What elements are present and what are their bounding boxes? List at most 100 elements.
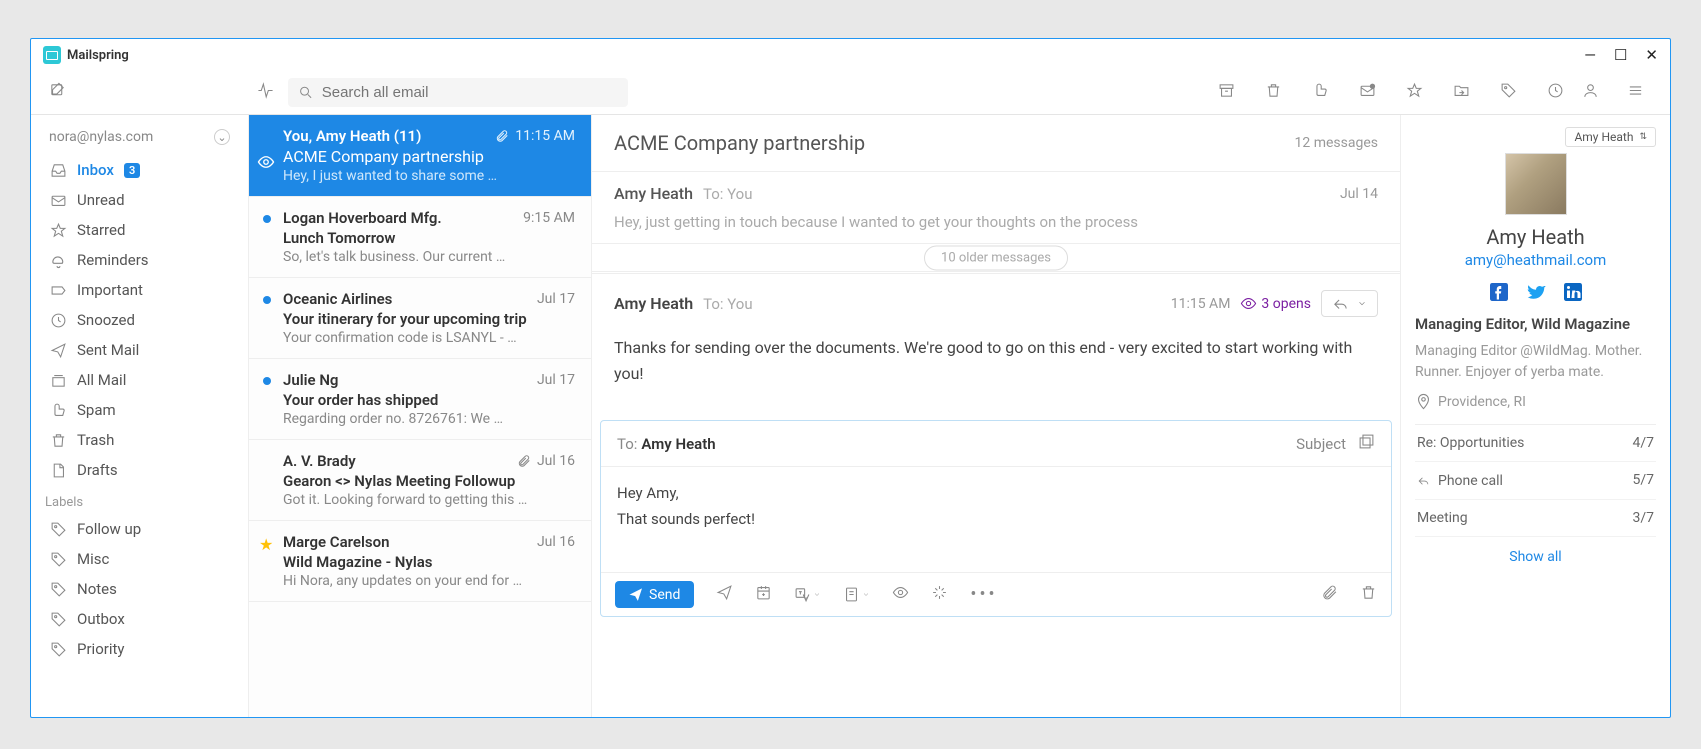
compose-icon[interactable] [49,82,66,103]
more-icon[interactable]: ••• [970,584,997,605]
reply-icon [1417,472,1430,489]
contact-email[interactable]: amy@heathmail.com [1415,251,1656,269]
message-item[interactable]: A. V. BradyJul 16 Gearon <> Nylas Meetin… [249,440,591,521]
trash-icon[interactable] [1265,82,1282,103]
label-follow-up[interactable]: Follow up [31,514,248,544]
msg-from: Oceanic Airlines [283,290,392,308]
unread-dot-icon [263,296,271,304]
reply-button[interactable] [1321,290,1378,317]
message-item[interactable]: ★Marge CarelsonJul 16 Wild Magazine - Ny… [249,521,591,602]
linktrack-icon[interactable] [931,584,948,605]
eye-icon [1240,295,1257,312]
twitter-icon[interactable] [1526,283,1546,301]
sidebar-item-drafts[interactable]: Drafts [31,455,248,485]
sidebar-item-unread[interactable]: Unread [31,185,248,215]
tracking-icon[interactable] [892,584,909,605]
msg-time: Jul 16 [517,453,575,469]
msg-subject: Wild Magazine - Nylas [283,553,575,571]
message-item[interactable]: Oceanic Airlines Jul 17 Your itinerary fo… [249,278,591,359]
search-box[interactable] [288,78,628,107]
chevron-down-icon [1357,295,1367,312]
eye-icon [257,153,275,171]
schedule-icon[interactable] [755,584,772,605]
related-thread[interactable]: Re: Opportunities4/7 [1415,425,1656,462]
unread-icon[interactable] [1359,82,1376,103]
spam-icon[interactable] [1312,82,1329,103]
msg-from: Logan Hoverboard Mfg. [283,209,442,227]
msg-subject: Lunch Tomorrow [283,229,575,247]
sidebar-item-starred[interactable]: Starred [31,215,248,245]
msg-preview: Regarding order no. 8726761: We … [283,411,575,427]
menu-icon[interactable] [1627,82,1644,103]
search-input[interactable] [322,84,618,101]
message-item[interactable]: Logan Hoverboard Mfg.9:15 AM Lunch Tomor… [249,197,591,278]
collapsed-message[interactable]: Amy Heath To: You Jul 14 Hey, just getti… [592,172,1400,244]
label-icon [49,521,67,538]
label-misc[interactable]: Misc [31,544,248,574]
message-item[interactable]: Julie NgJul 17 Your order has shipped Re… [249,359,591,440]
file-icon [49,462,67,479]
avatar [1505,153,1567,215]
label-outbox[interactable]: Outbox [31,604,248,634]
sidebar-item-label: Important [77,281,143,299]
move-icon[interactable] [1453,82,1470,103]
sidebar-item-snoozed[interactable]: Snoozed [31,305,248,335]
compose-body[interactable]: Hey Amy, That sounds perfect! [601,467,1391,572]
msg-subject: Gearon <> Nylas Meeting Followup [283,472,575,490]
sidebar-item-label: Starred [77,221,125,239]
related-thread[interactable]: Meeting3/7 [1415,500,1656,537]
sidebar-item-trash[interactable]: Trash [31,425,248,455]
sidebar-item-spam[interactable]: Spam [31,395,248,425]
activity-icon[interactable] [257,82,274,103]
minimize-button[interactable]: — [1584,46,1596,64]
inbox-icon [49,162,67,179]
sidebar-item-label: Drafts [77,461,118,479]
older-messages-label: 10 older messages [924,245,1068,270]
show-all-link[interactable]: Show all [1415,537,1656,577]
maximize-button[interactable]: ☐ [1614,46,1627,64]
to-value[interactable]: Amy Heath [641,435,715,453]
sidebar-item-all-mail[interactable]: All Mail [31,365,248,395]
badge: 3 [124,163,140,178]
archive-icon[interactable] [1218,82,1235,103]
facebook-icon[interactable] [1490,283,1508,301]
msg-date: Jul 14 [1340,186,1378,202]
related-thread[interactable]: Phone call5/7 [1415,462,1656,500]
contact-picker[interactable]: Amy Heath ⇅ [1565,127,1656,147]
older-messages-bar[interactable]: 10 older messages [592,244,1400,274]
snooze-icon[interactable] [1547,82,1564,103]
template-icon[interactable] [843,586,870,603]
star-icon[interactable] [1406,82,1423,103]
subject-field[interactable]: Subject [1296,435,1346,453]
msg-time: Jul 17 [537,372,575,388]
message-list[interactable]: You, Amy Heath (11)11:15 AM ACME Company… [249,115,592,717]
sidebar-item-label: Sent Mail [77,341,139,359]
sidebar-item-important[interactable]: Important [31,275,248,305]
attach-icon[interactable] [1321,584,1338,605]
location-icon [1415,393,1432,410]
sidebar-item-sent-mail[interactable]: Sent Mail [31,335,248,365]
translate-icon[interactable] [794,586,821,603]
sidebar-item-reminders[interactable]: Reminders [31,245,248,275]
profile-icon[interactable] [1582,82,1599,103]
popout-icon[interactable] [1358,433,1375,454]
label-text: Misc [77,550,109,568]
label-priority[interactable]: Priority [31,634,248,664]
toolbar [31,71,1670,115]
account-selector[interactable]: nora@nylas.com ⌄ [31,125,248,155]
msg-time: 11:15 AM [495,128,575,144]
linkedin-icon[interactable] [1564,283,1582,301]
msg-subject: ACME Company partnership [283,147,575,166]
msg-subject: Your itinerary for your upcoming trip [283,310,575,328]
discard-icon[interactable] [1360,584,1377,605]
message-item[interactable]: You, Amy Heath (11)11:15 AM ACME Company… [249,115,591,197]
send-button[interactable]: Send [615,581,694,608]
label-notes[interactable]: Notes [31,574,248,604]
sendlater-icon[interactable] [716,584,733,605]
msg-preview: So, let's talk business. Our current … [283,249,575,265]
close-button[interactable]: ✕ [1645,46,1658,64]
msg-time: Jul 16 [537,534,575,550]
label-icon[interactable] [1500,82,1517,103]
msg-time: Jul 17 [537,291,575,307]
sidebar-item-inbox[interactable]: Inbox3 [31,155,248,185]
